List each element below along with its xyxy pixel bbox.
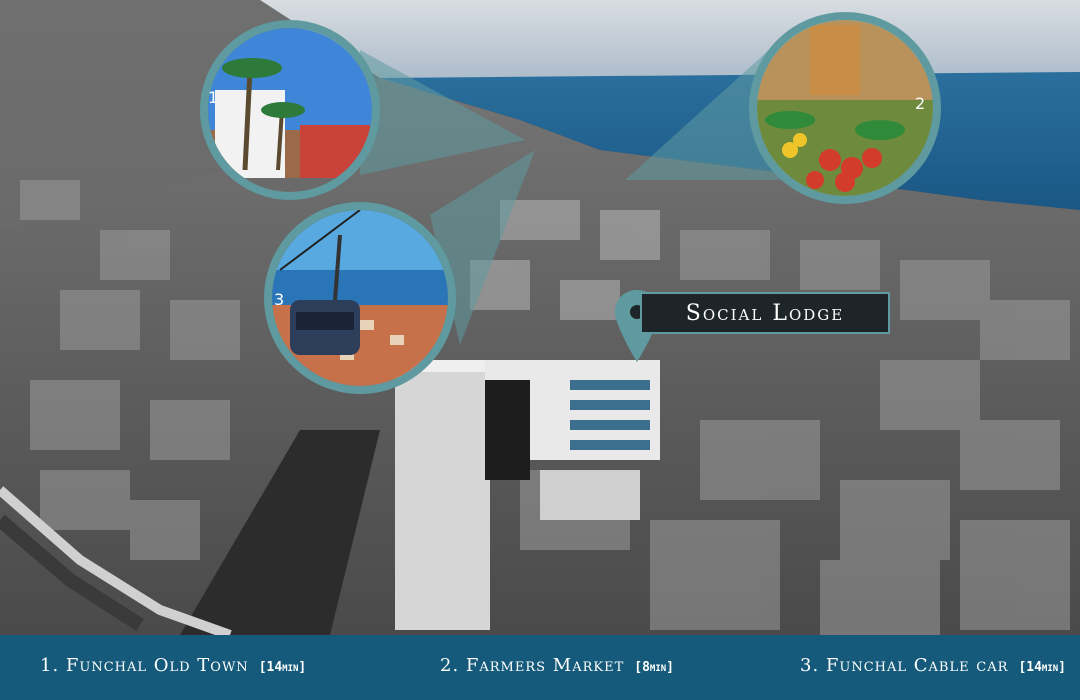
stop-old-town-duration: [14min]: [258, 660, 307, 675]
badge-1: 1: [208, 88, 219, 107]
stop-cable-car: 3. Funchal Cable car [14min]: [800, 655, 1066, 676]
badge-2: 2: [915, 94, 926, 113]
badge-3: 3: [274, 290, 285, 309]
stop-farmers-market-name: 2. Farmers Market: [440, 655, 625, 676]
stop-old-town: 1. Funchal Old Town [14min]: [40, 655, 306, 676]
stop-farmers-market: 2. Farmers Market [8min]: [440, 655, 674, 676]
social-lodge-text: Social Lodge: [685, 300, 845, 326]
stop-cable-car-name: 3. Funchal Cable car: [800, 655, 1009, 676]
bottom-info-bar: 1. Funchal Old Town [14min] 2. Farmers Ma…: [0, 635, 1080, 700]
stop-old-town-name: 1. Funchal Old Town: [40, 655, 249, 676]
photo-circle-old-town: [200, 20, 380, 200]
stop-cable-car-duration: [14min]: [1018, 660, 1066, 675]
photo-circle-cable-car: [264, 202, 456, 394]
photo-circle-farmers-market: [749, 12, 941, 204]
social-lodge-label: Social Lodge: [640, 292, 890, 334]
stop-farmers-market-duration: [8min]: [634, 660, 675, 675]
